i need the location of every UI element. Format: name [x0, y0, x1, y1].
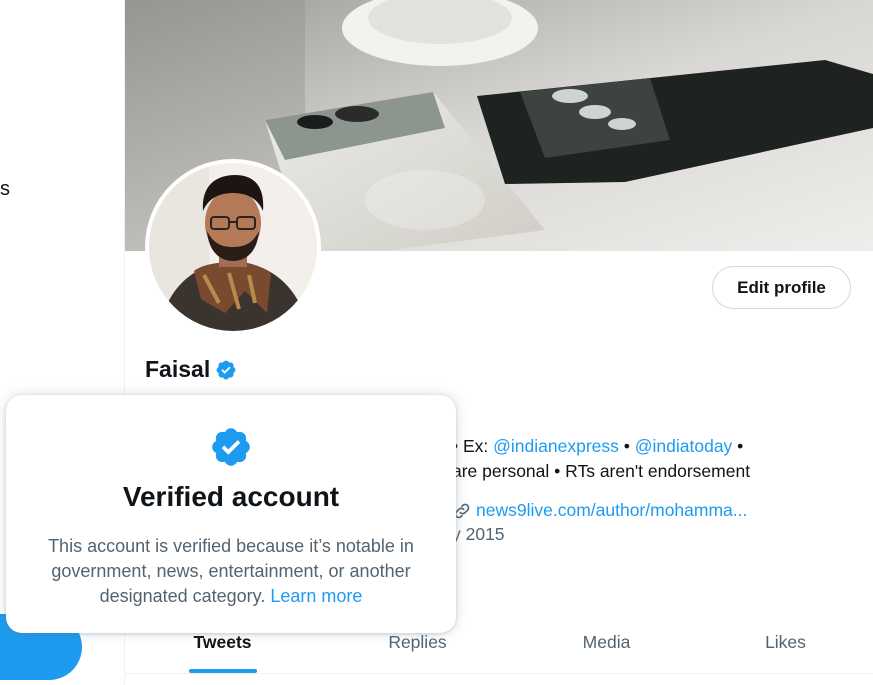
tab-likes-label: Likes — [765, 631, 806, 652]
active-tab-indicator — [188, 669, 257, 673]
bio-line-1: • Ex: @indianexpress • @indiatoday • — [452, 436, 743, 457]
website-link[interactable]: news9live.com/author/mohamma... — [476, 500, 747, 521]
verified-badge-icon[interactable] — [215, 359, 237, 381]
popover-title: Verified account — [122, 481, 340, 512]
popover-description: This account is verified because it’s no… — [26, 534, 436, 609]
profile-avatar[interactable] — [145, 159, 321, 335]
learn-more-link[interactable]: Learn more — [270, 586, 362, 606]
nav-item-label-fragment[interactable]: s — [0, 178, 10, 201]
tab-tweets-label: Tweets — [193, 631, 252, 652]
tab-media-label: Media — [582, 631, 631, 652]
verified-account-popover: Verified account This account is verifie… — [6, 395, 456, 633]
tab-replies-label: Replies — [388, 631, 447, 652]
profile-name-row: Faisal — [145, 356, 237, 383]
tab-media[interactable]: Media — [515, 611, 698, 673]
bio-text-end: • — [732, 436, 744, 456]
mention-link-indianexpress[interactable]: @indianexpress — [493, 436, 619, 456]
verified-badge-icon — [212, 428, 250, 466]
edit-profile-button[interactable]: Edit profile — [712, 266, 851, 309]
tab-likes[interactable]: Likes — [698, 611, 873, 673]
bio-separator: • — [618, 436, 635, 456]
avatar-photo — [149, 163, 317, 331]
bio-text: • Ex: — [452, 436, 494, 456]
bio-line-2: are personal • RTs aren't endorsement — [452, 461, 751, 481]
display-name: Faisal — [145, 356, 211, 382]
mention-link-indiatoday[interactable]: @indiatoday — [635, 436, 733, 456]
joined-date: y 2015 — [452, 524, 505, 544]
website-row: news9live.com/author/mohamma... — [452, 500, 747, 521]
